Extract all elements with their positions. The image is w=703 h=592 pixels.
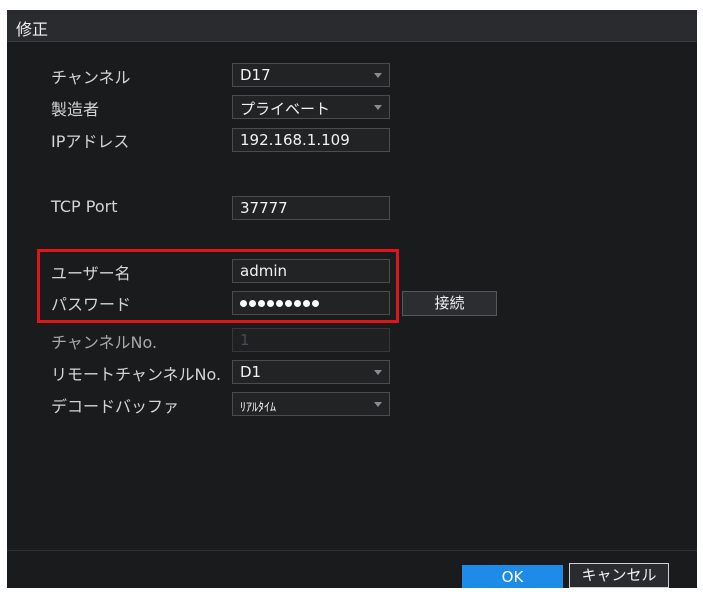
decode-buffer-value: ﾘｱﾙﾀｲﾑ xyxy=(240,400,277,414)
decode-buffer-select[interactable]: ﾘｱﾙﾀｲﾑ xyxy=(232,392,390,416)
ip-address-label: IPアドレス xyxy=(51,132,130,151)
remote-channel-no-label: リモートチャンネルNo. xyxy=(51,365,222,384)
ip-address-value: 192.168.1.109 xyxy=(240,131,350,149)
remote-channel-no-value: D1 xyxy=(240,363,262,381)
manufacturer-label: 製造者 xyxy=(51,100,100,119)
chevron-down-icon xyxy=(374,105,382,110)
remote-channel-no-select[interactable]: D1 xyxy=(232,360,390,384)
channel-no-input: 1 xyxy=(232,328,390,352)
channel-label: チャンネル xyxy=(51,68,131,87)
chevron-down-icon xyxy=(374,73,382,78)
footer-divider xyxy=(7,550,697,551)
ip-address-input[interactable]: 192.168.1.109 xyxy=(232,128,390,152)
channel-select[interactable]: D17 xyxy=(232,63,390,87)
credentials-highlight-box xyxy=(37,249,399,323)
chevron-down-icon xyxy=(374,402,382,407)
dialog-titlebar: 修正 xyxy=(7,10,697,42)
tcp-port-value: 37777 xyxy=(240,199,288,217)
manufacturer-select[interactable]: プライベート xyxy=(232,95,390,119)
dialog-title: 修正 xyxy=(16,20,49,39)
channel-no-value: 1 xyxy=(240,331,250,349)
channel-value: D17 xyxy=(240,66,271,84)
channel-no-label: チャンネルNo. xyxy=(51,333,158,352)
tcp-port-label: TCP Port xyxy=(51,197,118,216)
connect-button[interactable]: 接続 xyxy=(402,291,497,316)
tcp-port-input[interactable]: 37777 xyxy=(232,196,390,220)
decode-buffer-label: デコードバッファ xyxy=(51,397,180,416)
ok-button[interactable]: OK xyxy=(462,565,563,588)
manufacturer-value: プライベート xyxy=(240,100,331,118)
chevron-down-icon xyxy=(374,370,382,375)
cancel-button[interactable]: キャンセル xyxy=(569,563,669,588)
edit-device-dialog: 修正 チャンネル D17 製造者 プライベート IPアドレス 192.168.1… xyxy=(7,10,697,588)
